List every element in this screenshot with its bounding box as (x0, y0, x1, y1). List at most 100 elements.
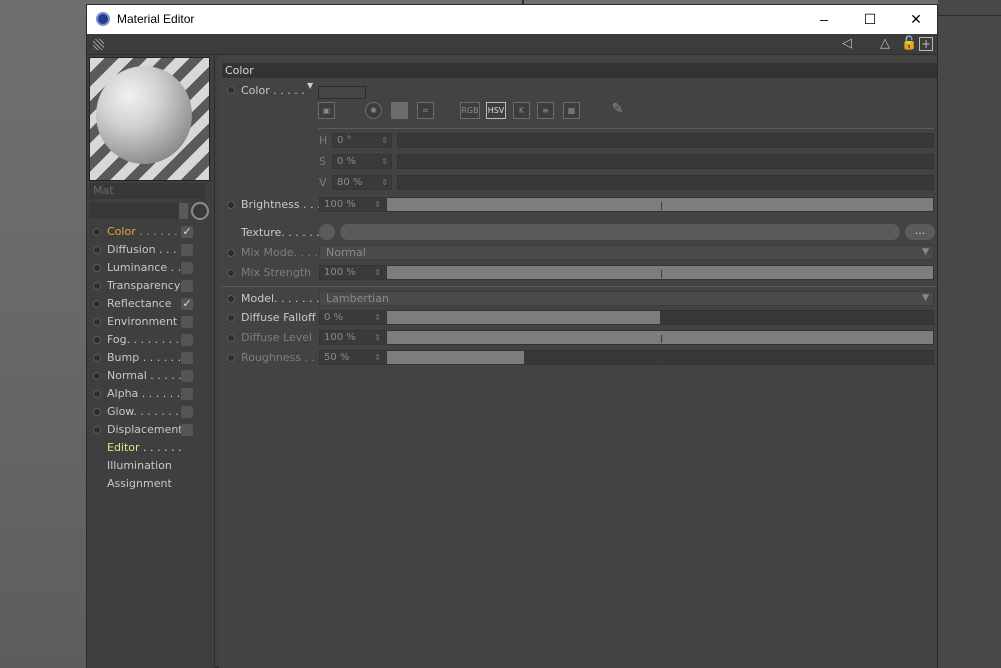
model-dropdown[interactable]: Lambertian ▼ (319, 291, 934, 306)
texture-slot[interactable] (340, 224, 900, 240)
mixmode-value: Normal (326, 246, 366, 259)
mixstrength-field[interactable]: 100 % ⇕ (319, 265, 385, 280)
channel-checkbox-fog[interactable] (181, 334, 193, 346)
channel-checkbox-displacement[interactable] (181, 424, 193, 436)
chevron-down-icon[interactable]: ▼ (307, 81, 313, 90)
channel-checkbox-luminance[interactable] (181, 262, 193, 274)
forward-arrow-icon[interactable]: △ (877, 36, 893, 52)
channel-label: Glow. . . . . . . (107, 405, 179, 418)
texture-load-button[interactable] (319, 224, 335, 240)
back-arrow-icon[interactable]: ◁ (839, 36, 855, 52)
falloff-value: 0 % (324, 312, 344, 323)
material-preview[interactable] (89, 57, 210, 181)
channel-item-displacement[interactable]: Displacement (87, 421, 215, 439)
stepper-arrows-icon[interactable]: ⇕ (374, 311, 381, 324)
close-button[interactable]: ✕ (893, 5, 939, 34)
level-field[interactable]: 100 % ⇕ (319, 330, 385, 345)
slider-mode-icon[interactable]: ≡ (537, 102, 554, 119)
brightness-slider[interactable] (386, 197, 934, 212)
falloff-slider[interactable] (386, 310, 934, 325)
channel-item-assignment[interactable]: Assignment (87, 475, 215, 493)
channel-item-alpha[interactable]: Alpha . . . . . . (87, 385, 215, 403)
channel-checkbox-bump[interactable] (181, 352, 193, 364)
roughness-keyframe-dot[interactable] (227, 354, 235, 362)
brightness-field[interactable]: 100 % ⇕ (319, 197, 385, 212)
app-background-right (938, 0, 1001, 668)
hsv-mode-button[interactable]: HSV (486, 102, 506, 119)
level-keyframe-dot[interactable] (227, 334, 235, 342)
channel-item-bump[interactable]: Bump . . . . . . (87, 349, 215, 367)
preview-size-handle[interactable] (179, 203, 188, 219)
color-label: Color . . . . . (241, 84, 305, 97)
minimize-button[interactable]: – (801, 5, 847, 34)
level-slider[interactable] (386, 330, 934, 345)
slider-tick (661, 202, 662, 210)
s-slider[interactable] (397, 154, 934, 169)
new-window-icon[interactable]: + (919, 37, 933, 51)
stepper-arrows-icon[interactable]: ⇕ (381, 134, 388, 147)
stepper-arrows-icon[interactable]: ⇕ (381, 176, 388, 189)
v-slider[interactable] (397, 175, 934, 190)
mixstrength-keyframe-dot[interactable] (227, 269, 235, 277)
color-keyframe-dot[interactable] (227, 86, 235, 94)
roughness-field[interactable]: 50 % ⇕ (319, 350, 385, 365)
h-slider[interactable] (397, 133, 934, 148)
channel-checkbox-glow[interactable] (181, 406, 193, 418)
channel-item-glow[interactable]: Glow. . . . . . . (87, 403, 215, 421)
eyedropper-icon[interactable]: ✎ (609, 102, 626, 119)
preview-options-icon[interactable] (191, 202, 209, 220)
channel-item-illumination[interactable]: Illumination (87, 457, 215, 475)
channel-item-color[interactable]: Color . . . . . . . ✓ (87, 223, 215, 241)
channel-label: Color . . . . . . . (107, 225, 185, 238)
channel-checkbox-normal[interactable] (181, 370, 193, 382)
stepper-arrows-icon[interactable]: ⇕ (374, 331, 381, 344)
channel-checkbox-reflectance[interactable]: ✓ (181, 298, 193, 310)
mixmode-keyframe-dot[interactable] (227, 249, 235, 257)
texture-browse-button[interactable]: ... (905, 224, 935, 240)
spectrum-icon[interactable]: ✺ (365, 102, 382, 119)
channel-item-environment[interactable]: Environment (87, 313, 215, 331)
channel-item-normal[interactable]: Normal . . . . . (87, 367, 215, 385)
stepper-arrows-icon[interactable]: ⇕ (374, 351, 381, 364)
channel-label: Transparency (107, 279, 181, 292)
stepper-arrows-icon[interactable]: ⇕ (381, 155, 388, 168)
brightness-slider-fill (387, 198, 933, 211)
rgb-mode-button[interactable]: RGB (460, 102, 480, 119)
channel-item-fog[interactable]: Fog. . . . . . . . (87, 331, 215, 349)
image-icon[interactable] (391, 102, 408, 119)
maximize-button[interactable]: ☐ (847, 5, 893, 34)
channel-item-transparency[interactable]: Transparency (87, 277, 215, 295)
material-filter-field[interactable] (89, 203, 179, 219)
mixer-icon[interactable]: ≈ (417, 102, 434, 119)
roughness-slider[interactable] (386, 350, 934, 365)
channel-checkbox-environment[interactable] (181, 316, 193, 328)
mixstrength-slider[interactable] (386, 265, 934, 280)
mixmode-dropdown[interactable]: Normal ▼ (319, 245, 934, 260)
color-picker-wheel-icon[interactable]: ▣ (318, 102, 335, 119)
swatches-icon[interactable]: ▦ (563, 102, 580, 119)
channel-checkbox-diffusion[interactable] (181, 244, 193, 256)
model-keyframe-dot[interactable] (227, 295, 235, 303)
model-label: Model. . . . . . . (241, 292, 320, 305)
channel-item-diffusion[interactable]: Diffusion . . . . (87, 241, 215, 259)
lock-icon[interactable]: 🔓 (901, 36, 917, 52)
v-field[interactable]: 80 % ⇕ (332, 175, 392, 190)
channel-dot (93, 354, 101, 362)
channel-checkbox-alpha[interactable] (181, 388, 193, 400)
channel-item-reflectance[interactable]: Reflectance ✓ (87, 295, 215, 313)
s-field[interactable]: 0 % ⇕ (332, 154, 392, 169)
grip-icon[interactable] (93, 39, 104, 50)
channel-checkbox-color[interactable]: ✓ (181, 226, 193, 238)
channel-item-editor[interactable]: Editor . . . . . . (87, 439, 215, 457)
color-swatch[interactable] (318, 86, 366, 99)
falloff-field[interactable]: 0 % ⇕ (319, 310, 385, 325)
material-name-field[interactable]: Mat (89, 183, 205, 199)
stepper-arrows-icon[interactable]: ⇕ (374, 198, 381, 211)
kelvin-mode-button[interactable]: K (513, 102, 530, 119)
brightness-keyframe-dot[interactable] (227, 201, 235, 209)
channel-checkbox-transparency[interactable] (181, 280, 193, 292)
h-field[interactable]: 0 ° ⇕ (332, 133, 392, 148)
falloff-keyframe-dot[interactable] (227, 314, 235, 322)
stepper-arrows-icon[interactable]: ⇕ (374, 266, 381, 279)
channel-item-luminance[interactable]: Luminance . . (87, 259, 215, 277)
